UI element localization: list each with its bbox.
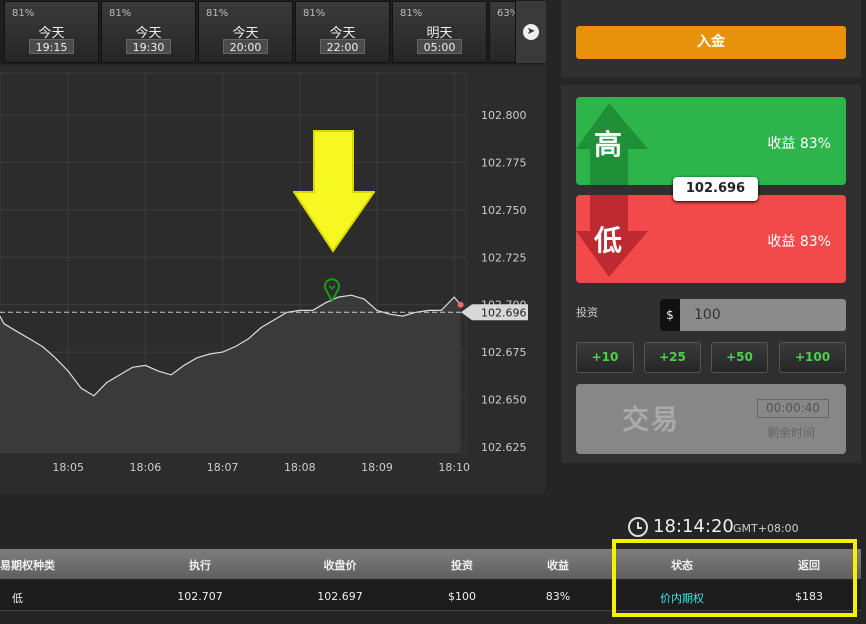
y-tick-label: 102.775 — [481, 156, 527, 169]
trade-label: 交易 — [622, 405, 680, 436]
expiry-tab-time: 19:30 — [126, 39, 171, 54]
x-tick-label: 18:09 — [361, 461, 393, 474]
y-tick-label: 102.675 — [481, 346, 527, 359]
low-label: 低 — [594, 224, 623, 257]
x-tick-label: 18:08 — [284, 461, 316, 474]
current-price-tag-label: 102.696 — [481, 306, 527, 319]
high-button[interactable]: 高 收益 83% — [576, 97, 846, 185]
expiry-tab-time: 05:00 — [417, 39, 462, 54]
clock-time: 18:14:20 — [653, 516, 734, 537]
expiry-tab[interactable]: 81% 明天 05:00 — [392, 1, 487, 63]
column-header: 执行 — [189, 559, 211, 572]
expiry-tab-payout: 81% — [206, 8, 229, 19]
price-chart[interactable]: 102.800102.775102.750102.725102.700102.6… — [0, 66, 546, 494]
clock-timezone: GMT+08:00 — [733, 522, 799, 535]
investment-field: $ — [660, 299, 846, 331]
investment-label: 投资 — [576, 306, 598, 319]
cell-strike: 102.707 — [177, 590, 223, 603]
y-tick-label: 102.650 — [481, 394, 527, 407]
clock-icon — [628, 517, 648, 537]
expiry-tab[interactable]: 81% 今天 19:15 — [4, 1, 99, 63]
expiry-tab-payout: 81% — [303, 8, 326, 19]
annotation-highlight-box — [612, 539, 857, 617]
expiry-tab-time: 22:00 — [320, 39, 365, 54]
column-header: 易期权种类 — [0, 559, 55, 572]
entry-marker-check — [328, 285, 336, 290]
column-header: 投资 — [451, 559, 473, 572]
arrow-right-icon: ➤ — [523, 24, 539, 40]
cell-investment: $100 — [448, 590, 476, 603]
increment-50-button[interactable]: +50 — [711, 342, 768, 373]
chart-canvas: 102.800102.775102.750102.725102.700102.6… — [0, 72, 528, 474]
expiry-tab-time: 20:00 — [223, 39, 268, 54]
high-payout: 收益 83% — [767, 136, 831, 152]
expiry-tab-payout: 81% — [12, 8, 35, 19]
expiry-tab[interactable]: 81% 今天 19:30 — [101, 1, 196, 63]
y-tick-label: 102.625 — [481, 441, 527, 454]
current-price-dot — [457, 301, 464, 308]
expiry-tab-time: 19:15 — [29, 39, 74, 54]
low-payout: 收益 83% — [767, 234, 831, 250]
x-tick-label: 18:07 — [207, 461, 239, 474]
y-tick-label: 102.750 — [481, 204, 527, 217]
price-area — [0, 295, 461, 453]
expiry-tab[interactable]: 81% 今天 20:00 — [198, 1, 293, 63]
increment-10-button[interactable]: +10 — [576, 342, 634, 373]
cell-direction: 低 — [12, 592, 23, 605]
low-button[interactable]: 低 收益 83% — [576, 195, 846, 283]
next-tabs-button[interactable]: ➤ — [515, 1, 546, 63]
cell-payout: 83% — [545, 590, 571, 603]
x-tick-label: 18:06 — [130, 461, 162, 474]
trading-screen: 81% 今天 19:15 81% 今天 19:30 81% 今天 20:00 8… — [0, 0, 866, 624]
x-tick-label: 18:05 — [52, 461, 84, 474]
trade-button[interactable]: 交易 00:00:40 剩余时间 — [576, 384, 846, 454]
column-header: 收盘价 — [323, 559, 357, 572]
expiry-tab-bar: 81% 今天 19:15 81% 今天 19:30 81% 今天 20:00 8… — [0, 0, 546, 64]
current-price-badge: 102.696 — [673, 177, 758, 201]
increment-100-button[interactable]: +100 — [779, 342, 846, 373]
cell-close-price: 102.697 — [317, 590, 363, 603]
increment-25-button[interactable]: +25 — [644, 342, 701, 373]
currency-symbol: $ — [660, 299, 680, 331]
annotation-arrow-icon — [293, 130, 375, 253]
expiry-tab-payout: 81% — [400, 8, 423, 19]
high-label: 高 — [594, 128, 623, 161]
expiry-tab[interactable]: 81% 今天 22:00 — [295, 1, 390, 63]
deposit-button[interactable]: 入金 — [576, 26, 846, 59]
x-tick-label: 18:10 — [438, 461, 470, 474]
y-tick-label: 102.800 — [481, 109, 527, 122]
remaining-time-label: 剩余时间 — [767, 426, 816, 440]
countdown-timer: 00:00:40 — [757, 399, 829, 418]
y-tick-label: 102.725 — [481, 251, 527, 264]
investment-input[interactable] — [680, 299, 846, 331]
expiry-tab-payout: 81% — [109, 8, 132, 19]
column-header: 收益 — [547, 559, 569, 572]
